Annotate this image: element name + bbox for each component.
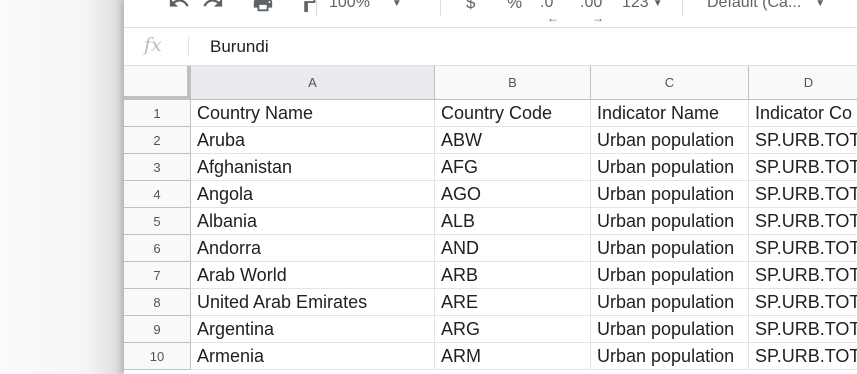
header-cell[interactable]: Indicator Co [749,100,857,127]
chevron-down-icon: ▼ [815,0,826,9]
header-cell[interactable]: Indicator Name [591,100,749,127]
zoom-value: 100% [329,0,370,11]
toolbar: 100% ▼ $ % .0 ← .00 → 123 ▼ Default (Ca.… [124,0,857,28]
zoom-select[interactable]: 100% ▼ [329,0,402,15]
table-cell[interactable]: Urban population [591,181,749,208]
formula-bar: fx Burundi [124,28,857,66]
formula-divider [188,37,189,57]
table-cell[interactable]: Urban population [591,289,749,316]
toolbar-divider [682,0,683,16]
table-cell[interactable]: Urban population [591,127,749,154]
table-cell[interactable]: Andorra [191,235,435,262]
table-cell[interactable]: ARB [435,262,591,289]
table-cell[interactable]: SP.URB.TOTL [749,316,857,343]
table-cell[interactable]: SP.URB.TOTL [749,208,857,235]
table-cell[interactable]: Urban population [591,154,749,181]
row-header[interactable]: 3 [124,154,191,181]
column-header-d[interactable]: D [749,66,857,100]
column-header-c[interactable]: C [591,66,749,100]
row-header[interactable]: 1 [124,100,191,127]
formula-input[interactable]: Burundi [210,37,269,57]
arrow-right-icon: → [592,11,604,25]
fx-icon: fx [144,34,162,56]
redo-icon[interactable] [202,0,224,15]
row-header[interactable]: 8 [124,289,191,316]
row-header[interactable]: 6 [124,235,191,262]
table-cell[interactable]: SP.URB.TOTL [749,289,857,316]
table-cell[interactable]: AND [435,235,591,262]
font-select[interactable]: Default (Ca... ▼ [707,0,825,15]
table-cell[interactable]: Urban population [591,262,749,289]
table-cell[interactable]: Arab World [191,262,435,289]
currency-label: $ [466,0,476,12]
table-cell[interactable]: Angola [191,181,435,208]
table-cell[interactable]: SP.URB.TOTL [749,154,857,181]
table-cell[interactable]: Argentina [191,316,435,343]
font-name: Default (Ca... [707,0,802,11]
row-header[interactable]: 4 [124,181,191,208]
table-cell[interactable]: ALB [435,208,591,235]
table-cell[interactable]: Urban population [591,316,749,343]
table-cell[interactable]: ARE [435,289,591,316]
row-header[interactable]: 5 [124,208,191,235]
currency-format-button[interactable]: $ [466,0,475,15]
percent-format-button[interactable]: % [507,0,522,15]
window-backdrop [0,0,124,374]
table-cell[interactable]: SP.URB.TOTL [749,262,857,289]
table-cell[interactable]: ARM [435,343,591,370]
chevron-down-icon: ▼ [652,0,663,9]
row-header[interactable]: 10 [124,343,191,370]
column-header-a[interactable]: A [191,66,435,100]
row-header[interactable]: 7 [124,262,191,289]
paint-format-icon[interactable] [296,0,318,15]
number-format-select[interactable]: 123 ▼ [622,0,663,15]
table-cell[interactable]: United Arab Emirates [191,289,435,316]
column-header-b[interactable]: B [435,66,591,100]
table-cell[interactable]: SP.URB.TOTL [749,235,857,262]
toolbar-divider [316,0,317,16]
table-cell[interactable]: Urban population [591,343,749,370]
number-format-label: 123 [622,0,649,11]
table-cell[interactable]: SP.URB.TOTL [749,127,857,154]
table-cell[interactable]: ABW [435,127,591,154]
select-all-corner[interactable] [124,66,191,100]
percent-label: % [507,0,523,12]
toolbar-divider [440,0,441,16]
print-icon[interactable] [252,0,274,15]
table-cell[interactable]: Urban population [591,235,749,262]
table-cell[interactable]: AFG [435,154,591,181]
table-cell[interactable]: Afghanistan [191,154,435,181]
undo-icon[interactable] [168,0,190,15]
chevron-down-icon: ▼ [391,0,402,9]
header-cell[interactable]: Country Code [435,100,591,127]
table-cell[interactable]: SP.URB.TOTL [749,181,857,208]
table-cell[interactable]: ARG [435,316,591,343]
table-cell[interactable]: Aruba [191,127,435,154]
table-cell[interactable]: Urban population [591,208,749,235]
arrow-left-icon: ← [547,11,559,25]
table-cell[interactable]: Armenia [191,343,435,370]
table-cell[interactable]: Albania [191,208,435,235]
table-cell[interactable]: SP.URB.TOTL [749,343,857,370]
table-cell[interactable]: AGO [435,181,591,208]
spreadsheet-window: 100% ▼ $ % .0 ← .00 → 123 ▼ Default (Ca.… [124,0,857,374]
row-header[interactable]: 9 [124,316,191,343]
row-header[interactable]: 2 [124,127,191,154]
header-cell[interactable]: Country Name [191,100,435,127]
